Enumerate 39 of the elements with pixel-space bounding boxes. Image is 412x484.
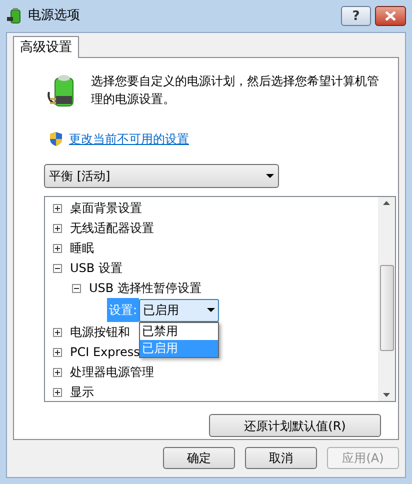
setting-select[interactable]: 已启用 <box>139 298 220 322</box>
tree-item[interactable]: 桌面背景设置 <box>70 199 142 217</box>
scroll-up-icon[interactable] <box>383 201 390 205</box>
expand-icon[interactable] <box>53 328 62 336</box>
dropdown-option[interactable]: 已禁用 <box>140 322 218 340</box>
tab[interactable]: 高级设置 <box>13 36 79 58</box>
expand-icon[interactable] <box>53 348 62 356</box>
change-settings-link[interactable]: 更改当前不可用的设置 <box>69 130 189 148</box>
tree-item[interactable]: 电源按钮和 <box>70 323 130 341</box>
collapse-icon[interactable] <box>53 264 62 272</box>
expand-icon[interactable] <box>53 224 62 232</box>
help-button[interactable]: ? <box>341 6 371 26</box>
window-title: 电源选项 <box>28 7 81 26</box>
plan-select[interactable]: 平衡 [活动] <box>44 164 279 188</box>
tree-item[interactable]: 无线适配器设置 <box>70 219 154 237</box>
expand-icon[interactable] <box>53 204 62 212</box>
collapse-icon[interactable] <box>72 284 81 292</box>
dropdown-arrow-icon <box>266 174 274 178</box>
tree-item[interactable]: 处理器电源管理 <box>70 363 154 381</box>
setting-label: 设置: <box>107 298 140 322</box>
expand-icon[interactable] <box>53 244 62 252</box>
restore-defaults-button[interactable]: 还原计划默认值(R) <box>209 414 381 437</box>
scroll-down-icon[interactable] <box>383 393 390 397</box>
intro-text: 选择您要自定义的电源计划，然后选择您希望计算机管理的电源设置。 <box>91 73 380 108</box>
shield-icon <box>49 131 63 147</box>
dialog-button[interactable]: 确定 <box>163 447 235 469</box>
close-button[interactable] <box>375 6 406 26</box>
tree-item[interactable]: USB 设置 <box>70 259 122 277</box>
expand-icon[interactable] <box>53 388 62 396</box>
tree-item[interactable]: PCI Express <box>70 343 140 361</box>
expand-icon[interactable] <box>53 368 62 376</box>
tree-item[interactable]: 睡眠 <box>70 239 94 257</box>
tree-item[interactable]: USB 选择性暂停设置 <box>89 279 202 297</box>
tree-item[interactable]: 显示 <box>70 383 94 401</box>
scroll-thumb[interactable] <box>380 265 394 351</box>
dropdown-arrow-icon <box>207 308 216 312</box>
scrollbar[interactable] <box>378 197 395 401</box>
dialog-button[interactable]: 取消 <box>245 447 317 469</box>
close-icon <box>385 11 396 21</box>
